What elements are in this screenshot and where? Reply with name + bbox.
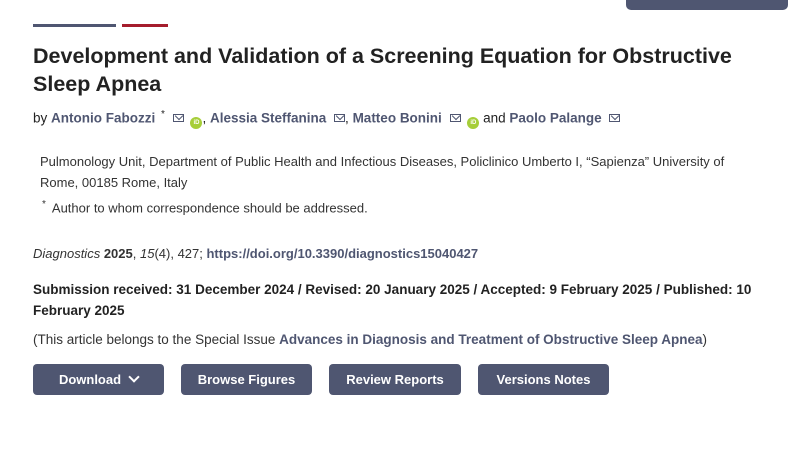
author-link[interactable]: Paolo Palange [509, 111, 601, 126]
versions-notes-label: Versions Notes [496, 372, 591, 387]
author-separator: , [202, 110, 210, 126]
correspondence-text: Author to whom correspondence should be … [51, 200, 368, 216]
download-button[interactable]: Download [33, 364, 164, 395]
top-right-button[interactable] [626, 0, 788, 10]
author-link[interactable]: Matteo Bonini [353, 111, 442, 126]
article-title: Development and Validation of a Screenin… [33, 44, 732, 96]
accent-bar-red [122, 24, 168, 27]
mail-icon[interactable] [609, 113, 621, 122]
author-separator: , [345, 110, 353, 126]
mail-icon[interactable] [449, 113, 461, 122]
versions-notes-button[interactable]: Versions Notes [478, 364, 609, 395]
special-issue-suffix: ) [702, 332, 707, 347]
orcid-icon[interactable]: iD [467, 116, 480, 129]
special-issue-note: (This article belongs to the Special Iss… [33, 332, 707, 347]
citation-volume: 15 [139, 246, 155, 261]
review-reports-button[interactable]: Review Reports [329, 364, 461, 395]
citation-year: 2025 [103, 246, 133, 261]
affiliation: Pulmonology Unit, Department of Public H… [40, 154, 725, 190]
author-link[interactable]: Antonio Fabozzi [51, 111, 155, 126]
corresponding-mark: * [161, 109, 165, 120]
by-label: by [33, 110, 48, 126]
correspondence-mark: * [42, 199, 46, 210]
special-issue-prefix: (This article belongs to the Special Iss… [33, 332, 280, 347]
browse-figures-button[interactable]: Browse Figures [181, 364, 312, 395]
citation-issue: (4), 427; [154, 246, 207, 261]
author-link[interactable]: Alessia Steffanina [210, 111, 326, 126]
orcid-icon[interactable]: iD [190, 116, 203, 129]
doi-link[interactable]: https://doi.org/10.3390/diagnostics15040… [206, 246, 478, 261]
author-list: by Antonio Fabozzi * iD, Alessia Steffan… [33, 109, 621, 129]
correspondence-note: * Author to whom correspondence should be… [40, 199, 368, 215]
mail-icon[interactable] [172, 113, 184, 122]
author-separator: and [479, 110, 510, 126]
publication-dates: Submission received: 31 December 2024 / … [33, 282, 752, 318]
download-label: Download [58, 372, 122, 387]
mail-icon[interactable] [334, 113, 346, 122]
journal-name: Diagnostics [33, 246, 101, 261]
accent-bar-blue [33, 24, 116, 27]
special-issue-link[interactable]: Advances in Diagnosis and Treatment of O… [279, 332, 702, 347]
review-reports-label: Review Reports [346, 372, 444, 387]
browse-figures-label: Browse Figures [197, 372, 296, 387]
citation: Diagnostics 2025, 15(4), 427; https://do… [33, 246, 479, 261]
chevron-down-icon [128, 370, 140, 383]
